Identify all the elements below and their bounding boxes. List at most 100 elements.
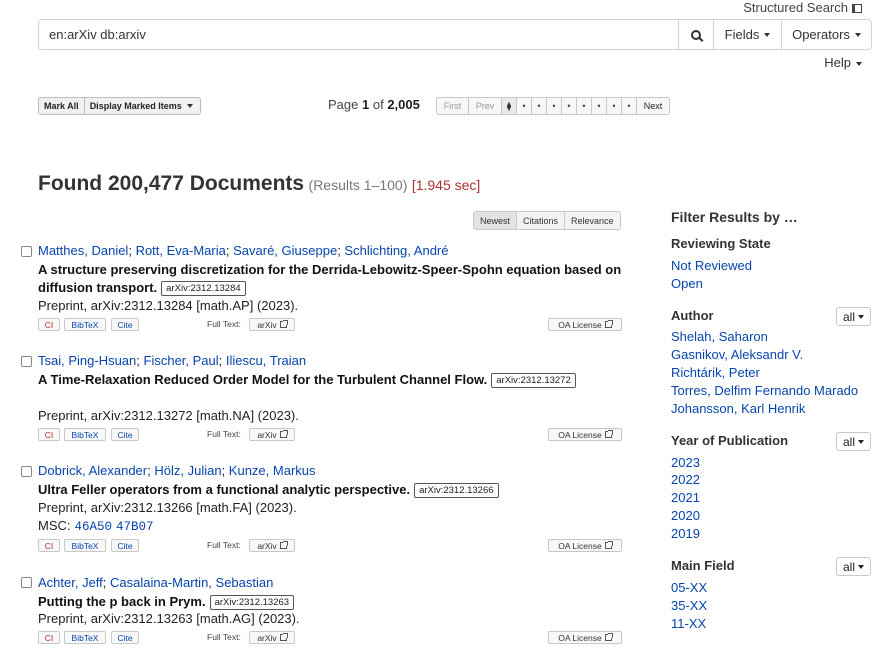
oa-license-button[interactable]: OA License [548, 539, 622, 552]
result-title-text[interactable]: A Time-Relaxation Reduced Order Model fo… [38, 372, 487, 387]
author-filter-item[interactable]: Gasnikov, Aleksandr V. [671, 347, 803, 362]
page-of: of [372, 97, 384, 112]
prev-page-button[interactable]: Prev [469, 97, 502, 115]
oa-license-button[interactable]: OA License [548, 631, 622, 644]
sort-relevance-button[interactable]: Relevance [565, 211, 621, 230]
msc-code-link[interactable]: 47B07 [116, 520, 154, 534]
ci-button[interactable]: CI [38, 539, 60, 552]
page-dot[interactable]: • [562, 97, 577, 115]
author-link[interactable]: Rott, Eva-Maria [136, 243, 226, 258]
page-dot[interactable]: • [547, 97, 562, 115]
main-field-filter-item[interactable]: 05-XX [671, 580, 707, 595]
search-button[interactable] [679, 19, 714, 50]
oa-license-label: OA License [558, 632, 602, 643]
sort-citations-button[interactable]: Citations [517, 211, 566, 230]
author-filter-item[interactable]: Richtárik, Peter [671, 365, 760, 380]
author-link[interactable]: Matthes, Daniel [38, 243, 128, 258]
author-link[interactable]: Hölz, Julian [154, 463, 221, 478]
arxiv-badge[interactable]: arXiv:2312.13272 [491, 373, 576, 388]
author-link[interactable]: Kunze, Markus [229, 463, 316, 478]
year-filter-item[interactable]: 2021 [671, 490, 700, 505]
msc-code-link[interactable]: 46A50 [75, 520, 113, 534]
author-link[interactable]: Casalaina-Martin, Sebastian [110, 575, 273, 590]
page-dot[interactable]: • [622, 97, 637, 115]
ci-button[interactable]: CI [38, 318, 60, 331]
cite-button[interactable]: Cite [111, 428, 139, 441]
oa-license-button[interactable]: OA License [548, 318, 622, 331]
first-page-button[interactable]: First [436, 97, 469, 115]
reviewing-state-filter-item[interactable]: Not Reviewed [671, 258, 752, 273]
select-checkbox[interactable] [21, 356, 32, 367]
cite-button[interactable]: Cite [111, 539, 139, 552]
oa-license-button[interactable]: OA License [548, 428, 622, 441]
fields-dropdown[interactable]: Fields [714, 19, 782, 50]
bibtex-button[interactable]: BibTeX [64, 318, 106, 331]
reviewing-state-filter-item[interactable]: Open [671, 276, 703, 291]
main-field-filter-item[interactable]: 35-XX [671, 598, 707, 613]
arxiv-badge[interactable]: arXiv:2312.13266 [414, 483, 499, 498]
author-separator: ; [136, 353, 144, 368]
author-separator: ; [102, 575, 111, 590]
search-input[interactable] [38, 19, 679, 50]
arxiv-fulltext-button[interactable]: arXiv [249, 428, 295, 441]
author-link[interactable]: Achter, Jeff [38, 575, 103, 590]
arxiv-fulltext-button[interactable]: arXiv [249, 318, 295, 331]
ci-button[interactable]: CI [38, 428, 60, 441]
arxiv-fulltext-button[interactable]: arXiv [249, 631, 295, 644]
bibtex-button[interactable]: BibTeX [64, 631, 106, 644]
year-filter-item[interactable]: 2019 [671, 526, 700, 541]
bibtex-button[interactable]: BibTeX [64, 428, 106, 441]
structured-search-label[interactable]: Structured Search [743, 0, 848, 15]
page-current: 1 [362, 97, 370, 112]
author-link[interactable]: Schlichting, André [344, 243, 448, 258]
ci-button[interactable]: CI [38, 631, 60, 644]
result-title-text[interactable]: Ultra Feller operators from a functional… [38, 482, 410, 497]
bibtex-button[interactable]: BibTeX [64, 539, 106, 552]
cite-button[interactable]: Cite [111, 318, 139, 331]
select-checkbox[interactable] [21, 246, 32, 257]
external-link-icon [279, 541, 288, 549]
display-marked-items-button[interactable]: Display Marked Items [84, 97, 201, 115]
year-filter-item[interactable]: 2020 [671, 508, 700, 523]
page-dot[interactable]: • [577, 97, 592, 115]
year-all-dropdown[interactable]: all [836, 432, 871, 451]
arxiv-badge[interactable]: arXiv:2312.13263 [209, 595, 295, 610]
author-filter-item[interactable]: Johansson, Karl Henrik [671, 401, 805, 416]
current-page-marker[interactable]: ⧫ [502, 97, 517, 115]
author-link[interactable]: Savaré, Giuseppe [233, 243, 337, 258]
page-dot[interactable]: • [607, 97, 622, 115]
page-dot[interactable]: • [592, 97, 607, 115]
arxiv-badge[interactable]: arXiv:2312.13284 [161, 281, 246, 296]
operators-dropdown[interactable]: Operators [782, 19, 872, 50]
cite-button[interactable]: Cite [111, 631, 139, 644]
full-text-label: Full Text: [207, 540, 241, 550]
main-field-filter-item[interactable]: 11-XX [671, 616, 706, 631]
result-title-text[interactable]: Putting the p back in Prym. [38, 594, 206, 609]
author-filter-item[interactable]: Shelah, Saharon [671, 329, 768, 344]
author-all-dropdown[interactable]: all [836, 307, 871, 326]
structured-search-link[interactable]: Structured Search [743, 0, 862, 15]
author-link[interactable]: Iliescu, Traian [226, 353, 306, 368]
year-filter-item[interactable]: 2022 [671, 472, 700, 487]
select-checkbox[interactable] [21, 577, 32, 588]
arxiv-label: arXiv [257, 429, 277, 440]
author-link[interactable]: Dobrick, Alexander [38, 463, 147, 478]
msc-label: MSC: [38, 518, 71, 533]
mark-all-button[interactable]: Mark All [38, 97, 85, 115]
page-dot[interactable]: • [532, 97, 547, 115]
arxiv-fulltext-button[interactable]: arXiv [249, 539, 295, 552]
select-checkbox[interactable] [21, 466, 32, 477]
page-indicator: Page 1 of 2,005 [328, 97, 420, 112]
author-link[interactable]: Fischer, Paul [144, 353, 219, 368]
main-field-all-dropdown[interactable]: all [836, 557, 871, 576]
full-text-label: Full Text: [207, 632, 241, 642]
page-dot[interactable]: • [517, 97, 532, 115]
oa-license-label: OA License [558, 540, 602, 551]
author-filter-item[interactable]: Torres, Delfim Fernando Marado [671, 383, 858, 398]
sort-newest-button[interactable]: Newest [473, 211, 518, 230]
help-dropdown[interactable]: Help [824, 55, 862, 70]
next-page-button[interactable]: Next [637, 97, 670, 115]
author-link[interactable]: Tsai, Ping-Hsuan [38, 353, 136, 368]
result-title-text[interactable]: A structure preserving discretization fo… [38, 262, 621, 295]
year-filter-item[interactable]: 2023 [671, 455, 700, 470]
